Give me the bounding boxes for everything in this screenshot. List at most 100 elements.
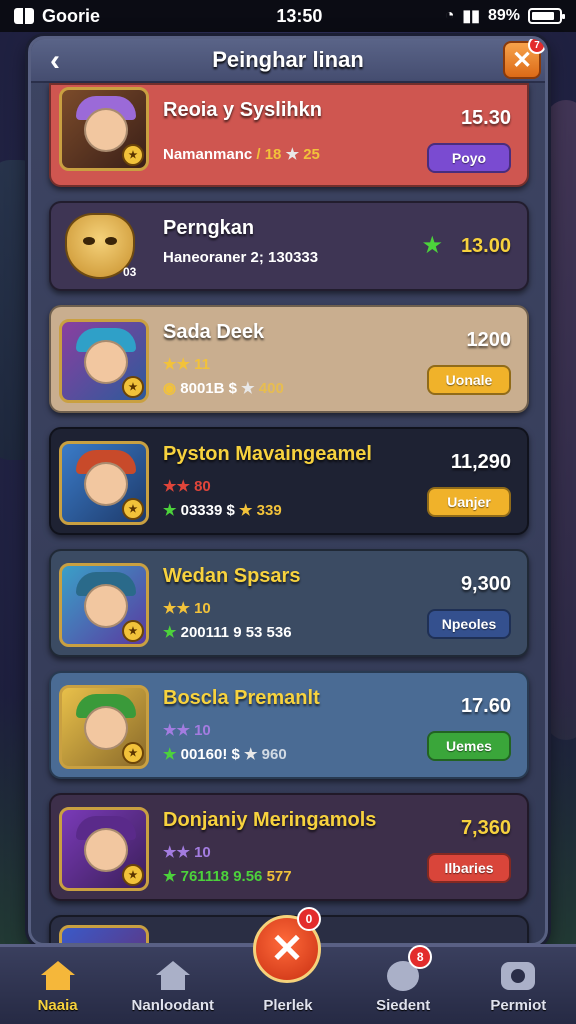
hero-score: 9,300 bbox=[460, 573, 511, 595]
carrier-label: Goorie bbox=[42, 5, 101, 26]
notification-badge: 0 bbox=[296, 907, 321, 931]
hero-name: Boscla Premanlt bbox=[163, 687, 320, 709]
star-icon: ★ bbox=[239, 502, 253, 519]
star-icon: ★★ bbox=[163, 722, 190, 739]
hero-name: Donjaniy Meringamols bbox=[163, 809, 377, 831]
star-icon: ★★ bbox=[163, 600, 190, 617]
hero-name: Perngkan bbox=[163, 217, 255, 239]
hero-list[interactable]: ★ Reoia y Syslihkn Namanmanc / 18 ★ 25 1… bbox=[49, 83, 533, 943]
battery-percent: 89% bbox=[487, 7, 520, 24]
star-icon: ★ bbox=[244, 746, 258, 763]
mask-level: 03 bbox=[123, 265, 137, 279]
app-logo-icon bbox=[14, 8, 34, 24]
close-button[interactable]: ✕ 7 bbox=[503, 39, 545, 79]
level-badge-icon: ★ bbox=[122, 498, 144, 520]
bottom-nav: Naaia Nanloodant ✕ 0 Plerlek 8 Siedent P… bbox=[0, 907, 576, 1024]
nav-item-siedent[interactable]: 8 Siedent bbox=[348, 945, 458, 1014]
battery-icon bbox=[528, 8, 565, 24]
leaderboard-panel: ‹ Peinghar linan ✕ 7 ★ Reoia y Syslihkn … bbox=[28, 36, 548, 946]
hero-rating: ★★ 11 bbox=[163, 356, 210, 373]
hero-card[interactable]: ★ Sada Deek ★★ 11 ◉ 8001B $ ★ 400 1200 U… bbox=[49, 305, 529, 413]
level-badge-icon: ★ bbox=[122, 864, 144, 886]
hero-card[interactable]: 03 Perngkan Haneoraner 2; 130333 ★ 13.00 bbox=[49, 201, 529, 291]
star-icon: ★ bbox=[421, 232, 443, 259]
hero-score: 1200 bbox=[466, 329, 512, 351]
nav-item-home[interactable]: Naaia bbox=[3, 959, 113, 1014]
star-icon: ★ bbox=[163, 502, 177, 519]
hero-rating: ★★ 10 bbox=[163, 722, 211, 739]
status-bar: Goorie 13:50 ◔ ▮▮ 89% bbox=[0, 0, 576, 32]
hero-score: 11,290 bbox=[450, 451, 511, 473]
hero-portrait: ★ bbox=[59, 87, 149, 171]
hero-card[interactable]: ★ Wedan Spsars ★★ 10 ★ 200111 9 53 536 9… bbox=[49, 549, 529, 657]
star-icon: ★ bbox=[163, 746, 177, 763]
chevron-left-icon: ‹ bbox=[50, 44, 60, 77]
wifi-icon: ◔ bbox=[444, 7, 455, 24]
hero-name: Reoia y Syslihkn bbox=[163, 99, 322, 121]
level-badge-icon: ★ bbox=[122, 144, 144, 166]
nav-item-nanloodant[interactable]: Nanloodant bbox=[118, 959, 228, 1014]
level-badge-icon: ★ bbox=[122, 742, 144, 764]
action-button[interactable]: Ilbaries bbox=[427, 853, 511, 883]
nav-item-plerlek[interactable]: ✕ 0 Plerlek bbox=[233, 907, 343, 1014]
close-badge: 7 bbox=[528, 39, 545, 54]
nav-label: Naaia bbox=[37, 997, 78, 1014]
hero-name: Sada Deek bbox=[163, 321, 265, 343]
background-tree-right bbox=[546, 100, 576, 740]
panel-header: ‹ Peinghar linan ✕ 7 bbox=[31, 39, 545, 83]
coin-icon: ◉ bbox=[163, 380, 177, 397]
hero-portrait: ★ bbox=[59, 807, 149, 891]
hero-stats: ◉ 8001B $ ★ 400 bbox=[163, 380, 284, 397]
nav-label: Nanloodant bbox=[131, 997, 215, 1014]
action-button[interactable]: Npeoles bbox=[427, 609, 511, 639]
house-icon bbox=[155, 961, 190, 991]
star-icon: ★★ bbox=[163, 356, 190, 373]
action-button[interactable]: Poyo bbox=[427, 143, 511, 173]
panel-title: Peinghar linan bbox=[212, 47, 364, 72]
action-button[interactable]: Uemes bbox=[427, 731, 511, 761]
hero-portrait bbox=[59, 925, 149, 943]
nav-label: Permiot bbox=[490, 997, 547, 1014]
hero-card[interactable]: ★ Boscla Premanlt ★★ 10 ★ 00160! $ ★ 960… bbox=[49, 671, 529, 779]
hero-score: 15.30 bbox=[460, 107, 511, 129]
hero-portrait: ★ bbox=[59, 685, 149, 769]
hero-score: 17.60 bbox=[460, 695, 511, 717]
hero-rating: ★★ 80 bbox=[163, 478, 211, 495]
hero-card[interactable]: ★ Reoia y Syslihkn Namanmanc / 18 ★ 25 1… bbox=[49, 83, 529, 187]
star-icon: ★ bbox=[163, 624, 177, 641]
hero-rating: ★★ 10 bbox=[163, 600, 211, 617]
hero-portrait: ★ bbox=[59, 319, 149, 403]
hero-card[interactable]: ★ Pyston Mavaingeamel ★★ 80 ★ 03339 $ ★ … bbox=[49, 427, 529, 535]
hero-subtitle: Namanmanc / 18 ★ 25 bbox=[163, 146, 320, 163]
hero-name: Wedan Spsars bbox=[163, 565, 301, 587]
hero-stats: ★ 761118 9.56 577 bbox=[163, 868, 292, 885]
star-icon: ★ bbox=[241, 380, 255, 397]
camera-icon bbox=[501, 962, 536, 990]
star-icon: ★★ bbox=[163, 844, 190, 861]
hero-stats: ★ 00160! $ ★ 960 bbox=[163, 746, 287, 763]
nav-label: Siedent bbox=[376, 997, 431, 1014]
hero-score: 13.00 bbox=[460, 235, 511, 257]
hero-score: 7,360 bbox=[460, 817, 511, 839]
hero-stats: ★ 200111 9 53 536 bbox=[163, 624, 292, 641]
star-icon: ★ bbox=[285, 146, 300, 163]
hero-stats: ★ 03339 $ ★ 339 bbox=[163, 502, 282, 519]
hero-name: Pyston Mavaingeamel bbox=[163, 443, 372, 465]
level-badge-icon: ★ bbox=[122, 376, 144, 398]
hero-subtitle: Haneoraner 2; 130333 bbox=[163, 249, 319, 266]
action-button[interactable]: Uanjer bbox=[427, 487, 511, 517]
nav-item-permiot[interactable]: Permiot bbox=[463, 959, 573, 1014]
nav-label: Plerlek bbox=[263, 997, 313, 1014]
hero-portrait: ★ bbox=[59, 563, 149, 647]
home-icon bbox=[40, 961, 75, 991]
notification-badge: 8 bbox=[408, 945, 433, 969]
star-icon: ★ bbox=[163, 868, 177, 885]
signal-icon: ▮▮ bbox=[462, 8, 480, 25]
star-icon: ★★ bbox=[163, 478, 190, 495]
level-badge-icon: ★ bbox=[122, 620, 144, 642]
status-time: 13:50 bbox=[276, 5, 323, 26]
hero-portrait: ★ bbox=[59, 441, 149, 525]
action-button[interactable]: Uonale bbox=[427, 365, 511, 395]
hero-card[interactable]: ★ Donjaniy Meringamols ★★ 10 ★ 761118 9.… bbox=[49, 793, 529, 901]
back-button[interactable]: ‹ bbox=[37, 43, 73, 79]
